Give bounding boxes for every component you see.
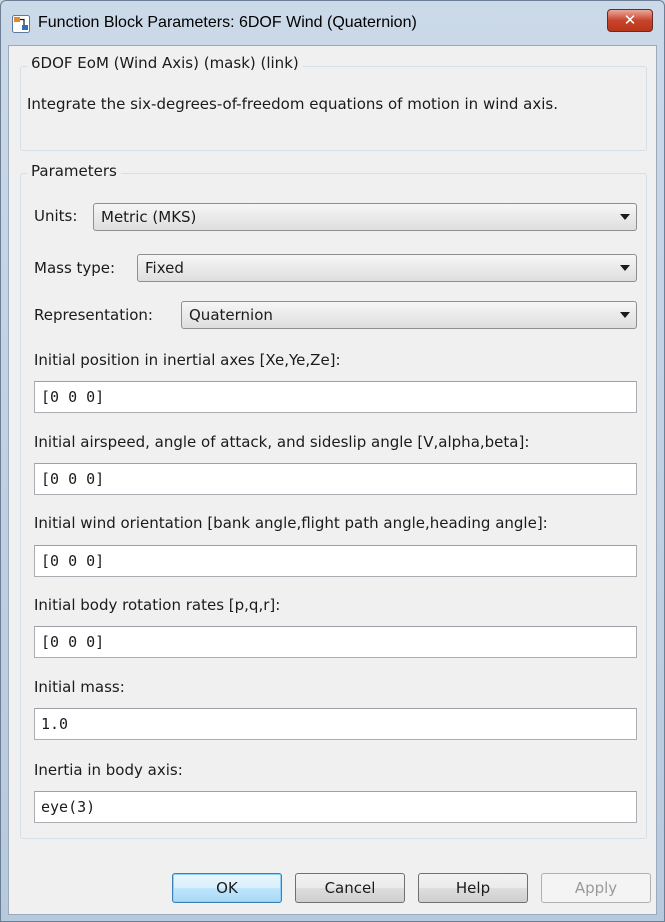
title-bar[interactable]: Function Block Parameters: 6DOF Wind (Qu… xyxy=(1,1,664,45)
chevron-down-icon xyxy=(620,214,630,220)
inertia-label: Inertia in body axis: xyxy=(34,761,183,779)
parameters-group-title: Parameters xyxy=(27,162,121,180)
initial-position-label: Initial position in inertial axes [Xe,Ye… xyxy=(34,351,341,369)
representation-label: Representation: xyxy=(34,306,153,324)
ok-button[interactable]: OK xyxy=(172,873,282,903)
window-title: Function Block Parameters: 6DOF Wind (Qu… xyxy=(38,14,417,31)
initial-body-rates-field[interactable] xyxy=(34,626,637,658)
mass-type-label: Mass type: xyxy=(34,259,116,277)
inertia-field[interactable] xyxy=(34,791,637,823)
close-button[interactable]: ✕ xyxy=(607,9,653,32)
cancel-button[interactable]: Cancel xyxy=(295,873,405,903)
initial-wind-orientation-field[interactable] xyxy=(34,545,637,577)
block-description: Integrate the six-degrees-of-freedom equ… xyxy=(27,95,559,113)
initial-mass-label: Initial mass: xyxy=(34,678,125,696)
close-icon: ✕ xyxy=(623,11,637,29)
mass-type-dropdown[interactable]: Fixed xyxy=(137,254,637,282)
apply-button[interactable]: Apply xyxy=(541,873,651,903)
initial-airspeed-label: Initial airspeed, angle of attack, and s… xyxy=(34,433,530,451)
simulink-block-icon xyxy=(12,15,30,33)
initial-airspeed-field[interactable] xyxy=(34,463,637,495)
initial-body-rates-label: Initial body rotation rates [p,q,r]: xyxy=(34,596,281,614)
units-dropdown[interactable]: Metric (MKS) xyxy=(93,203,637,231)
chevron-down-icon xyxy=(620,312,630,318)
initial-wind-orientation-label: Initial wind orientation [bank angle,fli… xyxy=(34,514,548,532)
dialog-window: Function Block Parameters: 6DOF Wind (Qu… xyxy=(0,0,665,922)
representation-value: Quaternion xyxy=(189,306,273,324)
mass-type-value: Fixed xyxy=(145,259,184,277)
representation-dropdown[interactable]: Quaternion xyxy=(181,301,637,329)
chevron-down-icon xyxy=(620,265,630,271)
help-button[interactable]: Help xyxy=(418,873,528,903)
units-value: Metric (MKS) xyxy=(101,208,197,226)
initial-mass-field[interactable] xyxy=(34,708,637,740)
block-group-title: 6DOF EoM (Wind Axis) (mask) (link) xyxy=(27,54,303,72)
initial-position-field[interactable] xyxy=(34,381,637,413)
units-label: Units: xyxy=(34,207,78,225)
